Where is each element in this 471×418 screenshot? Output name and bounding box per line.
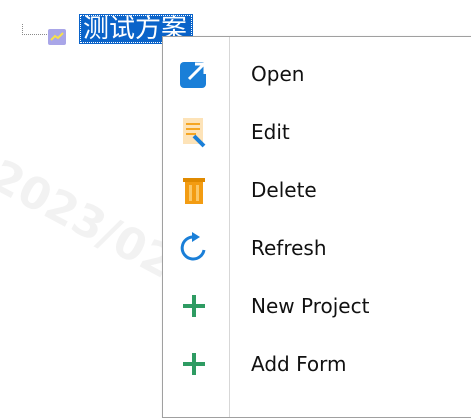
trash-icon [177, 173, 211, 207]
context-menu: Open Edit Delete Refresh New Project Add… [162, 36, 471, 418]
menu-item-label: Delete [251, 178, 317, 202]
menu-item-delete[interactable]: Delete [163, 161, 471, 219]
edit-document-icon [177, 115, 211, 149]
menu-item-refresh[interactable]: Refresh [163, 219, 471, 277]
refresh-icon [177, 231, 211, 265]
plus-icon [177, 347, 211, 381]
menu-item-new-project[interactable]: New Project [163, 277, 471, 335]
menu-item-label: Edit [251, 120, 290, 144]
open-external-icon [177, 57, 211, 91]
menu-item-label: Open [251, 62, 305, 86]
tree-connector-line [22, 24, 49, 35]
menu-item-label: Add Form [251, 352, 347, 376]
menu-item-edit[interactable]: Edit [163, 103, 471, 161]
plus-icon [177, 289, 211, 323]
menu-item-add-form[interactable]: Add Form [163, 335, 471, 393]
menu-item-label: New Project [251, 294, 370, 318]
chart-line-icon [48, 29, 66, 45]
menu-item-open[interactable]: Open [163, 45, 471, 103]
watermark: 2023/02 [0, 150, 183, 289]
menu-item-label: Refresh [251, 236, 327, 260]
